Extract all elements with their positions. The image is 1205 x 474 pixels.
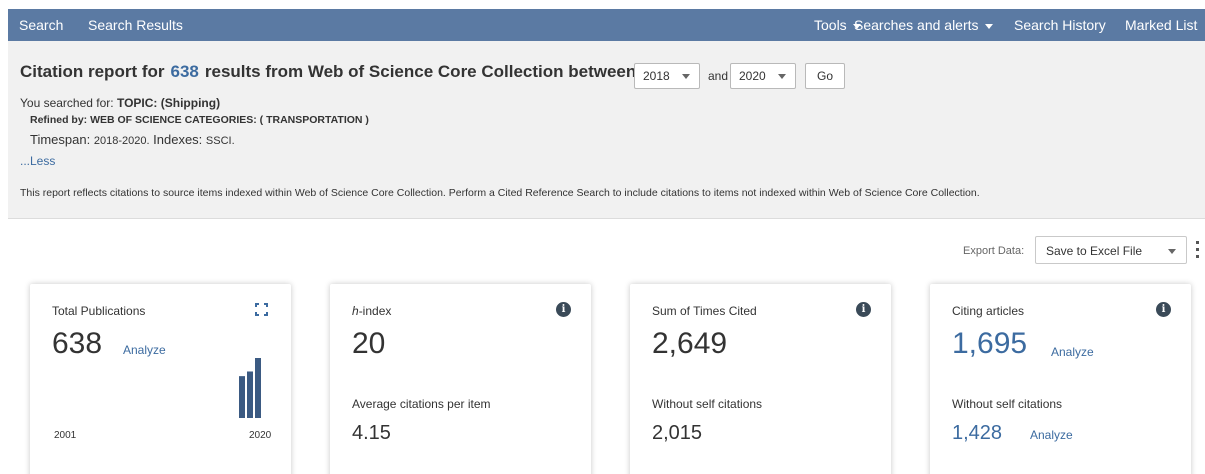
total-publications-card: Total Publications 638 Analyze 2001 2020 [30, 284, 291, 474]
nav-tools-label: Tools [814, 17, 847, 33]
searched-value: TOPIC: (Shipping) [116, 96, 221, 110]
export-data-label: Export Data: [963, 245, 1025, 257]
times-cited-value: 2,649 [652, 327, 728, 360]
chart-bar-2019 [247, 371, 253, 418]
h-index-value: 20 [352, 327, 386, 360]
info-icon[interactable]: i [1156, 302, 1171, 317]
cited-without-self-label: Without self citations [652, 397, 763, 411]
result-count: 638 [170, 62, 199, 81]
h-index-label: h-index [352, 304, 391, 318]
chevron-down-icon [778, 74, 786, 79]
to-year-value: 2020 [739, 69, 766, 83]
timespan-label: Timespan: [30, 132, 91, 147]
more-options-icon[interactable] [1194, 240, 1202, 260]
page-title: Citation report for 638 results from Web o… [20, 62, 636, 82]
chart-start-year: 2001 [54, 430, 77, 441]
info-icon[interactable]: i [856, 302, 871, 317]
chart-bar-2020 [255, 358, 261, 418]
cited-without-self-value: 2,015 [652, 422, 703, 444]
publications-mini-chart [239, 358, 261, 418]
citing-articles-label: Citing articles [952, 304, 1025, 318]
refined-label: Refined by: [30, 114, 88, 126]
citing-analyze-link[interactable]: Analyze [1051, 345, 1094, 359]
searched-for: You searched for: TOPIC: (Shipping) [20, 96, 220, 110]
citing-without-self-value[interactable]: 1,428 [952, 422, 1002, 445]
indexes-label: Indexes: [153, 132, 203, 147]
nav-search-results[interactable]: Search Results [88, 17, 183, 33]
and-label: and [708, 69, 729, 83]
citing-sub-analyze-link[interactable]: Analyze [1030, 428, 1073, 442]
citing-without-self-label: Without self citations [952, 397, 1063, 411]
citing-articles-card: Citing articles i 1,695 Analyze Without … [930, 284, 1191, 474]
title-prefix: Citation report for [20, 62, 165, 81]
info-icon[interactable]: i [556, 302, 571, 317]
times-cited-card: Sum of Times Cited i 2,649 Without self … [630, 284, 891, 474]
nav-marked-list[interactable]: Marked List [1125, 17, 1197, 33]
timespan-line: Timespan: 2018-2020. Indexes: SSCI. [30, 132, 235, 147]
less-link[interactable]: ...Less [20, 154, 55, 168]
top-nav-bar: Search Search Results Tools Searches and… [8, 9, 1205, 41]
average-citations-label: Average citations per item [352, 397, 491, 411]
chevron-down-icon [682, 74, 690, 79]
chart-bar-2018 [239, 376, 245, 418]
go-button[interactable]: Go [805, 63, 846, 89]
chevron-down-icon [984, 23, 993, 29]
nav-search-history[interactable]: Search History [1014, 17, 1106, 33]
chart-end-year: 2020 [249, 430, 272, 441]
average-citations-value: 4.15 [352, 422, 391, 444]
citing-articles-value[interactable]: 1,695 [952, 327, 1027, 361]
export-selected-value: Save to Excel File [1046, 244, 1143, 258]
h-index-card: h-index i 20 Average citations per item … [330, 284, 591, 474]
nav-searches-alerts-menu[interactable]: Searches and alerts [854, 17, 993, 33]
indexes-value: SSCI. [205, 135, 235, 147]
from-year-select[interactable]: 2018 [634, 63, 700, 89]
h-index-label-rest: -index [358, 304, 392, 318]
title-suffix: results from Web of Science Core Collect… [204, 62, 637, 81]
h-index-label-italic: h [352, 304, 359, 318]
export-data-select[interactable]: Save to Excel File [1035, 236, 1187, 264]
refined-by: Refined by: WEB OF SCIENCE CATEGORIES: (… [30, 114, 369, 126]
searched-label: You searched for: [20, 96, 114, 110]
report-note: This report reflects citations to source… [20, 187, 980, 199]
refined-value: WEB OF SCIENCE CATEGORIES: ( TRANSPORTAT… [90, 114, 369, 126]
nav-search[interactable]: Search [19, 17, 63, 33]
to-year-select[interactable]: 2020 [730, 63, 796, 89]
timespan-value: 2018-2020. [93, 135, 150, 147]
report-header-panel: Citation report for 638 results from Web o… [8, 41, 1205, 219]
nav-searches-alerts-label: Searches and alerts [854, 17, 979, 33]
from-year-value: 2018 [643, 69, 670, 83]
times-cited-label: Sum of Times Cited [652, 304, 757, 318]
chevron-down-icon [1168, 249, 1176, 254]
